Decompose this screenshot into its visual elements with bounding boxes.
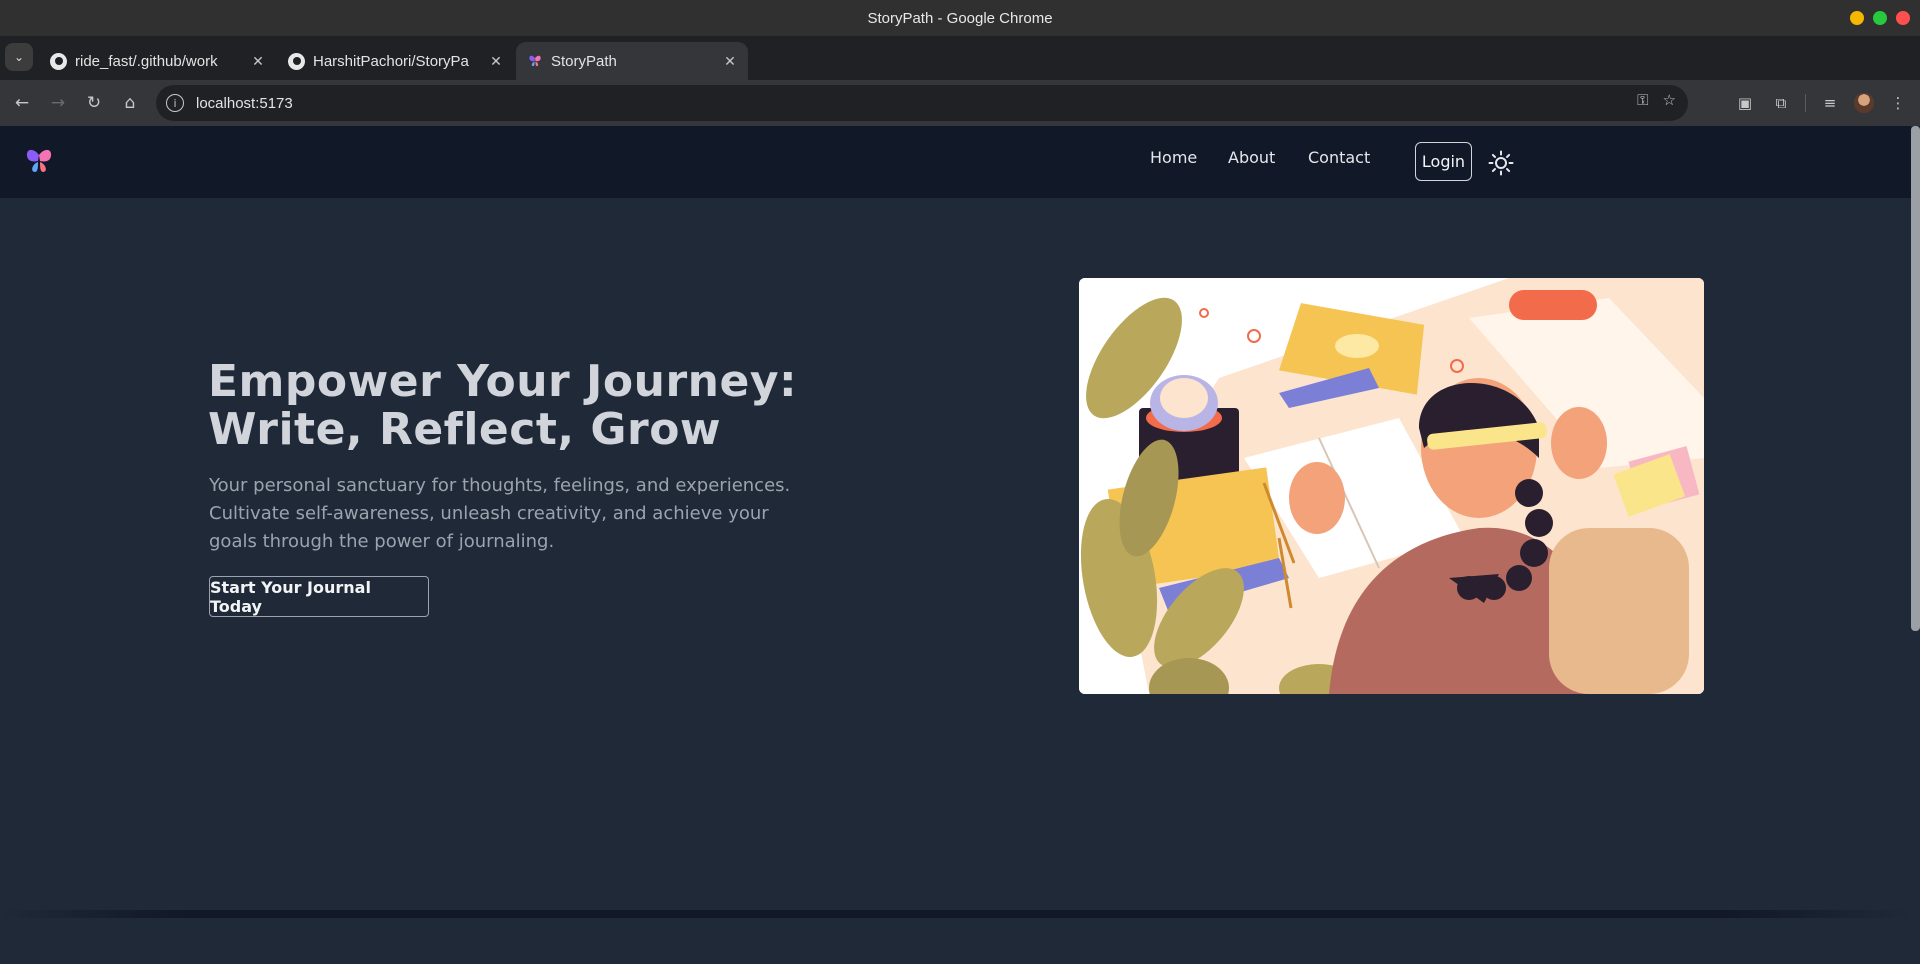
- reload-icon: ↻: [86, 93, 102, 113]
- star-icon[interactable]: ☆: [1663, 91, 1676, 109]
- close-icon[interactable]: ✕: [488, 53, 504, 70]
- tab-github-repo[interactable]: HarshitPachori/StoryPa ✕: [278, 42, 514, 80]
- maximize-button[interactable]: [1873, 11, 1887, 25]
- site-info-icon[interactable]: i: [166, 94, 184, 112]
- butterfly-favicon: [526, 53, 543, 70]
- site-navbar: Home About Contact Login: [0, 126, 1911, 198]
- close-icon[interactable]: ✕: [722, 53, 738, 70]
- theme-toggle-button[interactable]: [1488, 150, 1514, 176]
- url-text: localhost:5173: [196, 94, 293, 112]
- hero-title: Empower Your Journey: Write, Reflect, Gr…: [208, 358, 808, 454]
- tab-label: ride_fast/.github/work: [75, 52, 218, 70]
- nav-about[interactable]: About: [1228, 148, 1275, 167]
- hero-subtitle: Your personal sanctuary for thoughts, fe…: [209, 475, 791, 552]
- page-viewport: Home About Contact Login Empower Your Jo…: [0, 126, 1920, 964]
- window-titlebar: StoryPath - Google Chrome: [0, 0, 1920, 36]
- toolbar-right: ▣ ⧉ ≡ ⋮: [1733, 89, 1910, 117]
- hero-title-line-2: Write, Reflect, Grow: [208, 404, 722, 455]
- chevron-down-icon: ⌄: [13, 50, 25, 64]
- start-journal-button[interactable]: Start Your Journal Today: [209, 576, 429, 617]
- back-button[interactable]: ←: [8, 89, 36, 117]
- tab-strip: ⌄ ride_fast/.github/work ✕ HarshitPachor…: [0, 36, 1920, 107]
- butterfly-logo[interactable]: [24, 146, 54, 176]
- login-button[interactable]: Login: [1415, 142, 1472, 181]
- forward-icon: →: [50, 93, 66, 113]
- omnibox-actions: ⚿ ☆: [1637, 91, 1676, 109]
- section-divider: [0, 910, 1911, 918]
- window-controls: [1850, 11, 1910, 25]
- close-icon[interactable]: ✕: [250, 53, 266, 70]
- toolbar-divider: [1805, 94, 1806, 112]
- window-title: StoryPath - Google Chrome: [867, 9, 1053, 27]
- hero-illustration: [1079, 278, 1704, 694]
- menu-icon[interactable]: ⋮: [1886, 89, 1910, 117]
- nav-home[interactable]: Home: [1150, 148, 1197, 167]
- minimize-button[interactable]: [1850, 11, 1864, 25]
- key-icon[interactable]: ⚿: [1637, 91, 1648, 109]
- back-icon: ←: [14, 93, 30, 113]
- tab-label: HarshitPachori/StoryPa: [313, 52, 469, 70]
- github-icon: [288, 52, 305, 70]
- home-icon: ⌂: [124, 93, 136, 113]
- tab-search-button[interactable]: ⌄: [5, 43, 33, 71]
- media-icon[interactable]: ≡: [1818, 89, 1842, 117]
- tab-storypath[interactable]: StoryPath ✕: [516, 42, 748, 80]
- reload-button[interactable]: ↻: [80, 89, 108, 117]
- close-window-button[interactable]: [1896, 11, 1910, 25]
- tab-label: StoryPath: [551, 52, 617, 70]
- forward-button[interactable]: →: [44, 89, 72, 117]
- browser-toolbar: ← → ↻ ⌂ i localhost:5173 ⚿ ☆ ▣ ⧉ ≡ ⋮: [0, 80, 1920, 126]
- sidepanel-icon[interactable]: ▣: [1733, 89, 1757, 117]
- nav-contact[interactable]: Contact: [1308, 148, 1370, 167]
- hero-title-line-1: Empower Your Journey:: [208, 356, 798, 407]
- address-bar[interactable]: i localhost:5173 ⚿ ☆: [156, 85, 1688, 121]
- profile-avatar[interactable]: [1854, 93, 1874, 113]
- extensions-icon[interactable]: ⧉: [1769, 89, 1793, 117]
- page-scrollbar[interactable]: [1911, 126, 1920, 631]
- home-button[interactable]: ⌂: [116, 89, 144, 117]
- github-icon: [50, 52, 67, 70]
- tab-github-workflow[interactable]: ride_fast/.github/work ✕: [40, 42, 276, 80]
- sun-icon: [1488, 150, 1514, 176]
